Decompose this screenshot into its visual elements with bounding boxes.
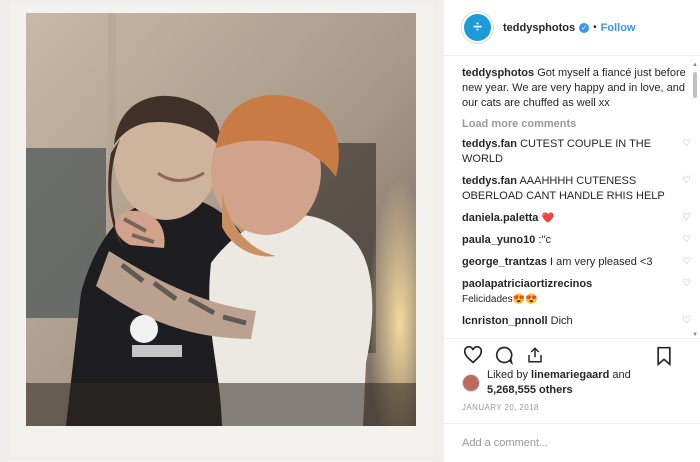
comment-username[interactable]: teddys.fan	[462, 138, 517, 150]
comment-row: lcnriston_pnnoll Dich ♡	[462, 314, 692, 329]
comment-row: teddys.fan CUTEST COUPLE IN THE WORLD ♡	[462, 137, 692, 167]
load-more-comments-button[interactable]: Load more comments	[462, 118, 692, 130]
liked-and-label: and	[612, 369, 631, 381]
comment-username[interactable]: daniela.paletta	[462, 212, 538, 224]
post-date: JANUARY 20, 2018	[462, 403, 539, 412]
likes-summary[interactable]: Liked by linemariegaard and 5,268,555 ot…	[462, 368, 631, 398]
comment-text: :''c	[538, 234, 552, 246]
comment-row: paolapatriciaortizrecinos Felicidades😍😍 ♡	[462, 277, 692, 307]
heart-outline-icon[interactable]: ♡	[682, 279, 692, 289]
liked-by-username[interactable]: linemariegaard	[531, 369, 609, 381]
comments-list[interactable]: teddysphotos Got myself a fiancé just be…	[462, 66, 692, 336]
comment-row: george_trantzas I am very pleased <3 ♡	[462, 255, 692, 270]
comment-username[interactable]: paula_yuno10	[462, 234, 535, 246]
comment-bubble-icon[interactable]	[493, 344, 514, 365]
scrollbar-thumb[interactable]	[693, 72, 697, 98]
heart-outline-icon[interactable]: ♡	[682, 257, 692, 267]
instagram-post: ÷ teddysphotos ✓ • Follow teddysphotos G…	[0, 0, 700, 462]
avatar[interactable]	[462, 374, 480, 392]
caption-username[interactable]: teddysphotos	[462, 67, 534, 79]
post-username[interactable]: teddysphotos	[503, 22, 575, 34]
scroll-up-icon[interactable]: ▲	[692, 62, 698, 68]
heart-outline-icon[interactable]	[462, 344, 483, 365]
post-media[interactable]	[0, 0, 443, 462]
add-comment-input[interactable]: Add a comment...	[444, 423, 700, 462]
likes-count[interactable]: 5,268,555 others	[487, 384, 573, 396]
post-header: ÷ teddysphotos ✓ • Follow	[444, 0, 700, 56]
comment-username[interactable]: teddys.fan	[462, 175, 517, 187]
comment-text: I am very pleased <3	[550, 256, 653, 268]
comment-text: Felicidades😍😍	[462, 294, 538, 305]
comment-row: paula_yuno10 :''c ♡	[462, 233, 692, 248]
verified-check-icon: ✓	[579, 22, 590, 33]
comment-text: ❤️	[541, 213, 554, 224]
comment-text: Dich	[550, 315, 573, 327]
comment-username[interactable]: lcnriston_pnnoll	[462, 315, 548, 327]
comment-row: teddys.fan AAAHHHH CUTENESS OBERLOAD CAN…	[462, 174, 692, 204]
comment-username[interactable]: george_trantzas	[462, 256, 547, 268]
division-logo-icon[interactable]: ÷	[462, 12, 493, 43]
heart-outline-icon[interactable]: ♡	[682, 213, 692, 223]
comment-row: daniela.paletta ❤️ ♡	[462, 211, 692, 226]
couple-photo	[26, 13, 416, 426]
separator-dot: •	[593, 22, 597, 33]
heart-outline-icon[interactable]: ♡	[682, 139, 692, 149]
share-upload-icon[interactable]	[524, 344, 545, 365]
heart-outline-icon[interactable]: ♡	[682, 235, 692, 245]
follow-button[interactable]: Follow	[601, 22, 636, 34]
polaroid-frame	[10, 5, 433, 457]
heart-outline-icon[interactable]: ♡	[682, 176, 692, 186]
post-sidebar: ÷ teddysphotos ✓ • Follow teddysphotos G…	[443, 0, 700, 462]
liked-by-label: Liked by	[487, 369, 528, 381]
heart-outline-icon[interactable]: ♡	[682, 316, 692, 326]
post-caption: teddysphotos Got myself a fiancé just be…	[462, 66, 692, 111]
comment-username[interactable]: paolapatriciaortizrecinos	[462, 278, 592, 290]
comments-scrollbar[interactable]: ▲ ▼	[692, 62, 698, 338]
post-actions	[444, 338, 700, 370]
bookmark-icon[interactable]	[653, 345, 674, 366]
